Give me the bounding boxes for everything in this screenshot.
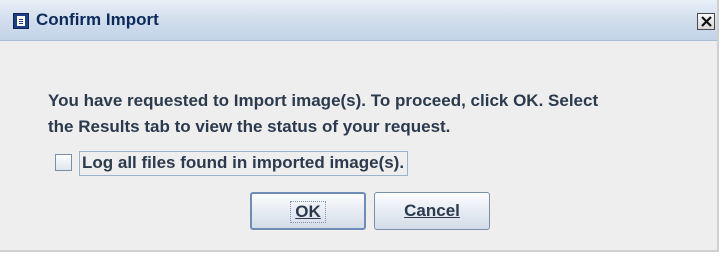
dialog-title: Confirm Import: [36, 10, 159, 29]
ok-button[interactable]: OK: [250, 192, 366, 230]
dialog-message: You have requested to Import image(s). T…: [48, 88, 688, 140]
close-icon: [701, 16, 712, 27]
message-line: the Results tab to view the status of yo…: [48, 117, 451, 136]
log-files-label[interactable]: Log all files found in imported image(s)…: [79, 151, 409, 176]
cancel-button-label: Cancel: [404, 201, 460, 220]
log-files-checkbox[interactable]: [55, 154, 72, 171]
close-button[interactable]: [697, 13, 715, 30]
confirm-import-dialog: Confirm Import You have requested to Imp…: [0, 0, 719, 252]
cancel-button[interactable]: Cancel: [374, 192, 490, 230]
title-bar[interactable]: Confirm Import: [0, 0, 717, 41]
app-document-icon: [13, 13, 29, 29]
ok-button-label: OK: [290, 201, 326, 223]
message-line: You have requested to Import image(s). T…: [48, 91, 599, 110]
